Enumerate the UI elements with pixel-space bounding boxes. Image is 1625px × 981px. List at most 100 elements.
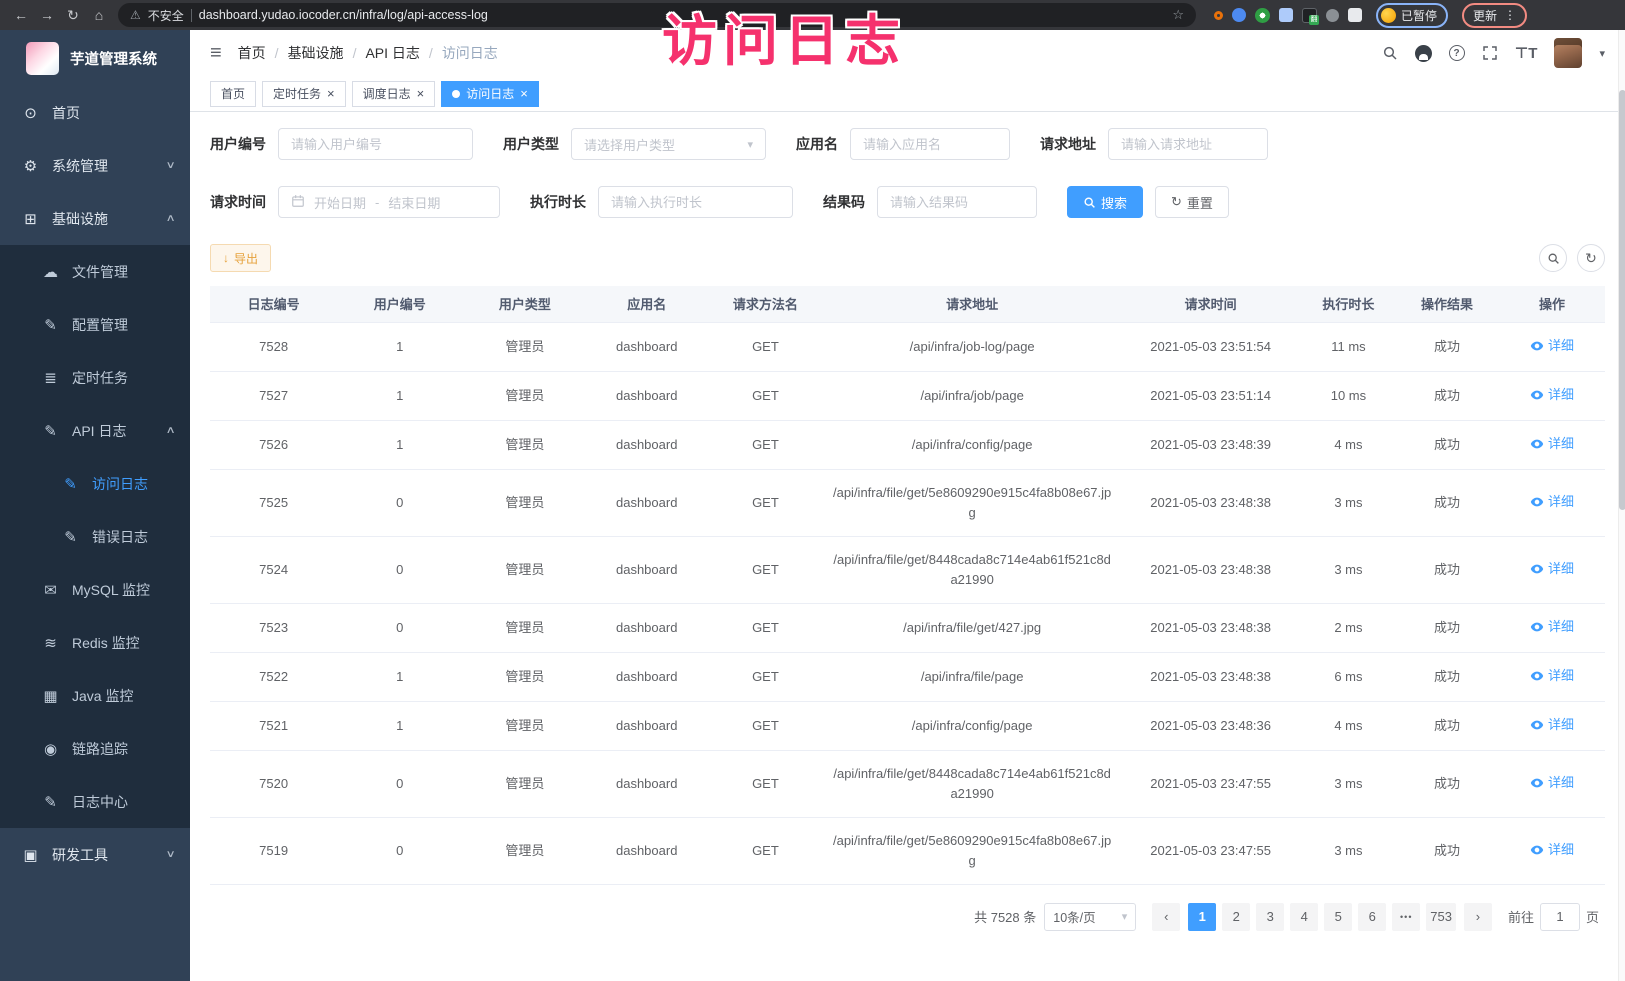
detail-link[interactable]: 详细 xyxy=(1530,773,1574,793)
field-label: 用户类型 xyxy=(503,134,559,154)
breadcrumb-item[interactable]: API 日志 xyxy=(365,43,419,63)
field-input[interactable] xyxy=(877,186,1037,218)
detail-link[interactable]: 详细 xyxy=(1530,434,1574,454)
field-select[interactable]: 请选择用户类型▾ xyxy=(571,128,766,160)
calendar-icon xyxy=(291,194,305,211)
extension-icon[interactable] xyxy=(1255,8,1270,23)
search-icon[interactable] xyxy=(1382,45,1398,61)
fullscreen-icon[interactable] xyxy=(1482,45,1498,61)
sidebar-item-error-log[interactable]: ✎错误日志 xyxy=(0,510,190,563)
page-button-2[interactable]: 2 xyxy=(1222,903,1250,931)
close-icon[interactable]: × xyxy=(520,87,528,100)
field-label: 结果码 xyxy=(823,192,865,212)
detail-link[interactable]: 详细 xyxy=(1530,336,1574,356)
forward-icon[interactable]: → xyxy=(36,7,58,23)
back-icon[interactable]: ← xyxy=(10,7,32,23)
sidebar-item-mysql-monitor[interactable]: ✉MySQL 监控 xyxy=(0,563,190,616)
help-icon[interactable]: ? xyxy=(1449,45,1465,61)
reload-icon[interactable]: ↻ xyxy=(62,7,84,24)
scrollbar-thumb[interactable] xyxy=(1619,90,1625,510)
logo-row[interactable]: 芋道管理系统 xyxy=(0,30,190,86)
date-range-picker[interactable]: 开始日期-结束日期 xyxy=(278,186,500,218)
page-button-5[interactable]: 5 xyxy=(1324,903,1352,931)
close-icon[interactable]: × xyxy=(417,87,425,100)
security-label[interactable]: 不安全 xyxy=(148,7,184,24)
sidebar-item-system[interactable]: ⚙系统管理∨ xyxy=(0,139,190,192)
puzzle-icon[interactable] xyxy=(1348,8,1362,22)
cell-url: /api/infra/config/page xyxy=(825,420,1120,469)
sidebar-item-config-manage[interactable]: ✎配置管理 xyxy=(0,298,190,351)
detail-link[interactable]: 详细 xyxy=(1530,840,1574,860)
tab-访问日志[interactable]: 访问日志× xyxy=(441,81,539,107)
sidebar-item-access-log[interactable]: ✎访问日志 xyxy=(0,457,190,510)
prev-page-button[interactable]: ‹ xyxy=(1152,903,1180,931)
cell-duration: 3 ms xyxy=(1302,536,1395,603)
detail-link[interactable]: 详细 xyxy=(1530,385,1574,405)
breadcrumb-item[interactable]: 基础设施 xyxy=(288,43,344,63)
detail-link[interactable]: 详细 xyxy=(1530,617,1574,637)
kebab-menu-icon[interactable]: ⋮ xyxy=(1504,8,1516,22)
close-icon[interactable]: × xyxy=(327,87,335,100)
column-header-method: 请求方法名 xyxy=(706,286,825,322)
page-button-4[interactable]: 4 xyxy=(1290,903,1318,931)
bookmark-star-icon[interactable]: ☆ xyxy=(1172,7,1184,23)
extension-icon[interactable] xyxy=(1232,8,1246,22)
sidebar-item-file-manage[interactable]: ☁文件管理 xyxy=(0,245,190,298)
hamburger-icon[interactable]: ≡ xyxy=(210,42,222,65)
extension-icon[interactable] xyxy=(1326,9,1339,22)
address-bar[interactable]: ⚠ 不安全 dashboard.yudao.iocoder.cn/infra/l… xyxy=(118,3,1196,27)
chevron-down-icon[interactable]: ▾ xyxy=(1599,47,1605,60)
refresh-button[interactable]: ↻ xyxy=(1577,244,1605,272)
sidebar-item-dev-tools[interactable]: ▣研发工具∨ xyxy=(0,828,190,881)
sidebar-item-api-log[interactable]: ✎API 日志∧ xyxy=(0,404,190,457)
github-icon[interactable] xyxy=(1415,45,1432,62)
breadcrumb-item[interactable]: 首页 xyxy=(238,43,266,63)
tab-定时任务[interactable]: 定时任务× xyxy=(262,81,346,107)
export-button[interactable]: ↓ 导出 xyxy=(210,244,271,272)
page-button-753[interactable]: 753 xyxy=(1426,903,1456,931)
field-label: 执行时长 xyxy=(530,192,586,212)
extension-icon[interactable] xyxy=(1279,8,1293,22)
field-input[interactable] xyxy=(598,186,793,218)
url-text[interactable]: dashboard.yudao.iocoder.cn/infra/log/api… xyxy=(199,8,488,22)
toggle-search-button[interactable] xyxy=(1539,244,1567,272)
next-page-button[interactable]: › xyxy=(1464,903,1492,931)
field-input[interactable] xyxy=(278,128,473,160)
page-ellipsis[interactable]: ••• xyxy=(1392,903,1420,931)
user-avatar[interactable] xyxy=(1554,38,1582,68)
paused-extension-pill[interactable]: 已暂停 xyxy=(1376,3,1448,28)
sidebar-item-redis-monitor[interactable]: ≋Redis 监控 xyxy=(0,616,190,669)
extension-icon[interactable] xyxy=(1214,11,1223,20)
detail-link[interactable]: 详细 xyxy=(1530,715,1574,735)
sidebar-item-scheduled-job[interactable]: ≣定时任务 xyxy=(0,351,190,404)
page-size-select[interactable]: 10条/页 ▾ xyxy=(1044,903,1136,931)
scrollbar-track[interactable] xyxy=(1618,30,1625,981)
sidebar-item-java-monitor[interactable]: ▦Java 监控 xyxy=(0,669,190,722)
sidebar-item-home[interactable]: ⊙首页 xyxy=(0,86,190,139)
page-button-1[interactable]: 1 xyxy=(1188,903,1216,931)
detail-link[interactable]: 详细 xyxy=(1530,666,1574,686)
field-input[interactable] xyxy=(850,128,1010,160)
tab-调度日志[interactable]: 调度日志× xyxy=(352,81,436,107)
search-button[interactable]: 搜索 xyxy=(1067,186,1143,218)
page-button-6[interactable]: 6 xyxy=(1358,903,1386,931)
detail-link[interactable]: 详细 xyxy=(1530,492,1574,512)
goto-page-input[interactable] xyxy=(1540,903,1580,931)
breadcrumb: 首页 / 基础设施 / API 日志 / 访问日志 xyxy=(238,43,498,63)
filter-field: 请求时间开始日期-结束日期 xyxy=(210,186,500,218)
page-button-3[interactable]: 3 xyxy=(1256,903,1284,931)
column-header-result: 操作结果 xyxy=(1395,286,1499,322)
font-size-icon[interactable]: ⊤T xyxy=(1515,44,1538,62)
sidebar-item-link-trace[interactable]: ◉链路追踪 xyxy=(0,722,190,775)
sidebar-item-label: 链路追踪 xyxy=(72,739,128,759)
cell-id: 7525 xyxy=(210,469,337,536)
sidebar-item-log-center[interactable]: ✎日志中心 xyxy=(0,775,190,828)
sidebar-item-infra[interactable]: ⊞基础设施∧ xyxy=(0,192,190,245)
translate-extension-icon[interactable]: 翻 xyxy=(1302,8,1317,23)
browser-home-icon[interactable]: ⌂ xyxy=(88,7,110,23)
field-input[interactable] xyxy=(1108,128,1268,160)
reset-button[interactable]: ↻重置 xyxy=(1155,186,1229,218)
detail-link[interactable]: 详细 xyxy=(1530,559,1574,579)
tab-首页[interactable]: 首页 xyxy=(210,81,256,107)
browser-update-button[interactable]: 更新 ⋮ xyxy=(1462,3,1527,28)
